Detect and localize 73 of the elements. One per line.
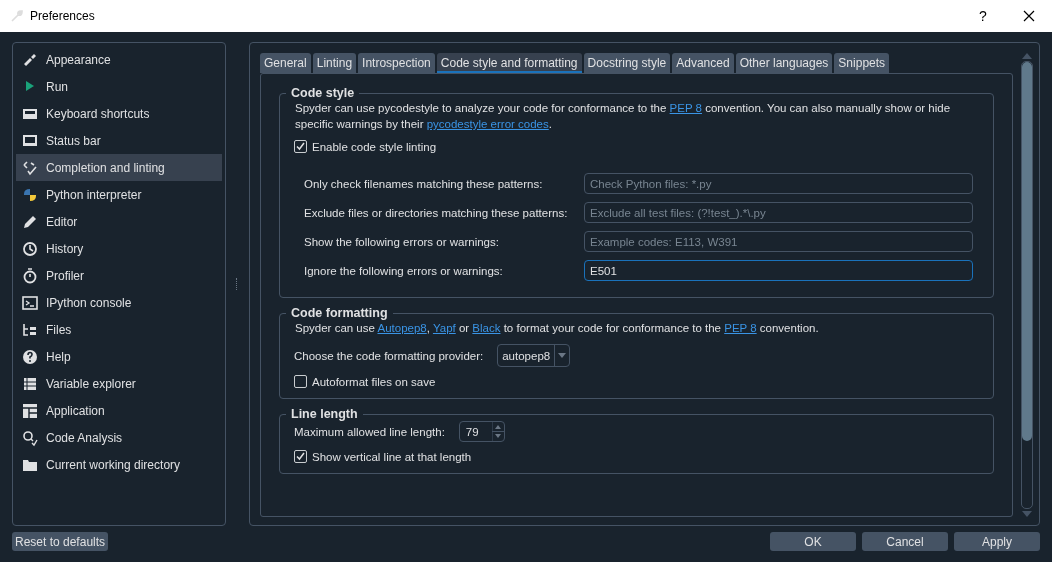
group-title: Code style xyxy=(290,86,356,100)
dropdown-label: Choose the code formatting provider: xyxy=(294,349,484,362)
link[interactable]: pycodestyle error codes xyxy=(426,118,549,130)
magnifier-check-icon xyxy=(21,428,39,447)
console-icon xyxy=(21,293,39,312)
link[interactable]: Yapf xyxy=(432,322,456,334)
spinbox-label: Maximum allowed line length: xyxy=(294,425,445,438)
tab[interactable]: General xyxy=(260,53,311,73)
sidebar-item[interactable]: Editor xyxy=(16,208,222,235)
tab[interactable]: Snippets xyxy=(834,53,890,73)
spinbox[interactable]: 79 xyxy=(458,421,505,442)
dialog-button[interactable]: Cancel xyxy=(862,532,948,551)
sidebar-item[interactable]: IPython console xyxy=(16,289,222,316)
text-field[interactable]: Example codes: E113, W391 xyxy=(584,231,973,252)
tab[interactable]: Code style and formatting xyxy=(436,53,582,73)
history-icon xyxy=(21,239,39,258)
group-title: Code formatting xyxy=(290,306,389,320)
sidebar-item[interactable]: Keyboard shortcuts xyxy=(16,100,222,127)
scroll-down-icon[interactable] xyxy=(1022,511,1032,517)
field-label: Show the following errors or warnings: xyxy=(304,235,500,248)
window-title: Preferences xyxy=(30,9,96,23)
sidebar-item[interactable]: Help xyxy=(16,343,222,370)
close-icon[interactable] xyxy=(1023,10,1035,22)
field-label: Only check filenames matching these patterns: xyxy=(304,177,544,190)
stopwatch-icon xyxy=(21,266,39,285)
link[interactable]: Autopep8 xyxy=(377,322,427,334)
tab[interactable]: Linting xyxy=(312,53,357,73)
sidebar-item[interactable]: Appearance xyxy=(16,46,222,73)
dropdown[interactable]: autopep8 xyxy=(497,344,571,367)
checkbox-label: Enable code style linting xyxy=(312,140,437,153)
sidebar-item[interactable]: Files xyxy=(16,316,222,343)
sidebar-item[interactable]: Variable explorer xyxy=(16,370,222,397)
field-label: Exclude files or directories matching these patterns: xyxy=(304,206,569,219)
description-text: Spyder can use Autopep8, Yapf or Black to format your code for conformance to the PEP 8 convention. xyxy=(294,321,820,336)
checkbox[interactable] xyxy=(294,375,307,388)
link[interactable]: PEP 8 xyxy=(669,102,702,114)
checkbox[interactable] xyxy=(294,450,307,463)
sidebar-item[interactable]: Current working directory xyxy=(16,451,222,478)
group-title: Line length xyxy=(290,407,359,421)
text-field[interactable]: Check Python files: *.py xyxy=(584,173,973,194)
checkbox[interactable] xyxy=(294,140,307,153)
sidebar-item[interactable]: Python interpreter xyxy=(16,181,222,208)
checkbox-label: Autoformat files on save xyxy=(312,375,436,388)
sidebar-item[interactable]: Run xyxy=(16,73,222,100)
sidebar-item[interactable]: Application xyxy=(16,397,222,424)
link[interactable]: Black xyxy=(472,322,501,334)
link[interactable]: PEP 8 xyxy=(724,322,757,334)
help-icon xyxy=(21,347,39,366)
sidebar-item[interactable]: History xyxy=(16,235,222,262)
tab[interactable]: Introspection xyxy=(358,53,435,73)
help-button[interactable]: ? xyxy=(960,8,1006,24)
scrollbar-track[interactable] xyxy=(1021,61,1033,509)
reset-button[interactable]: Reset to defaults xyxy=(12,532,109,551)
caret-icon[interactable] xyxy=(558,353,567,358)
sidebar-item[interactable]: Code Analysis xyxy=(16,424,222,451)
sidebar-item[interactable]: Profiler xyxy=(16,262,222,289)
tab[interactable]: Advanced xyxy=(672,53,734,73)
tab[interactable]: Docstring style xyxy=(583,53,671,73)
scrollbar-thumb[interactable] xyxy=(1022,62,1032,442)
sidebar-item[interactable]: Status bar xyxy=(16,127,222,154)
checkbox-label: Show vertical line at that length xyxy=(312,450,472,463)
dialog-button[interactable]: Apply xyxy=(954,532,1040,551)
description-text: Spyder can use pycodestyle to analyze your code for conformance to the PEP 8 convention. You can also manually show or hide specific warnings by their pycodestyle error codes. xyxy=(294,101,952,132)
sidebar-item[interactable]: Completion and linting xyxy=(16,154,222,181)
spin-arrows-icon[interactable] xyxy=(491,422,504,441)
dialog-button[interactable]: OK xyxy=(770,532,856,551)
tab[interactable]: Other languages xyxy=(735,53,833,73)
scroll-up-icon[interactable] xyxy=(1022,53,1032,59)
text-field[interactable]: Exclude all test files: (?!test_).*\.py xyxy=(584,202,973,223)
layout-icon xyxy=(21,401,39,420)
text-field[interactable]: E501 xyxy=(584,260,973,281)
code-check-icon xyxy=(21,158,39,177)
field-label: Ignore the following errors or warnings: xyxy=(304,264,504,277)
